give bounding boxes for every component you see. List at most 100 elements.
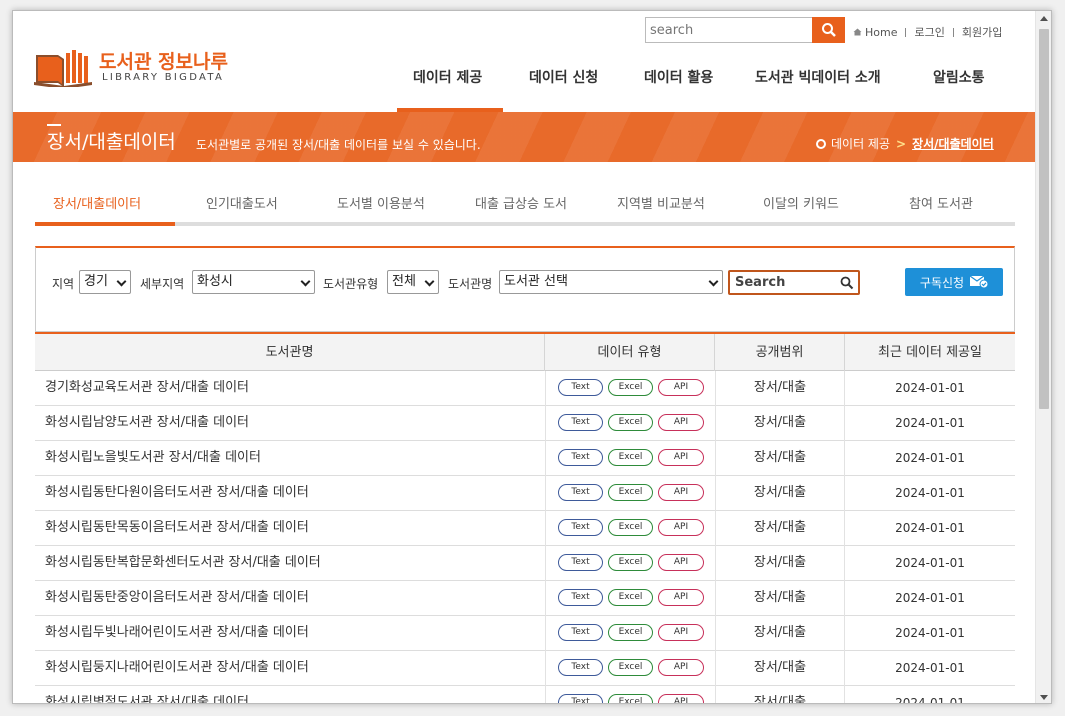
browser-window: Home 로그인 회원가입 도서관 정보나루 LIBRARY BIGDATA 데… (12, 10, 1052, 704)
api-button[interactable]: API (658, 589, 704, 606)
table-row: 화성시립두빛나래어린이도서관 장서/대출 데이터 Text Excel API 장서/대… (35, 616, 1015, 651)
text-download-button[interactable]: Text (558, 554, 603, 571)
tab-loan-data[interactable]: 장서/대출데이터 (53, 193, 141, 212)
scope-cell: 장서/대출 (715, 686, 845, 703)
table-header: 도서관명 데이터 유형 공개범위 최근 데이터 제공일 (35, 332, 1015, 371)
home-icon (853, 28, 862, 36)
scope-cell: 장서/대출 (715, 511, 845, 546)
nav-data-provision[interactable]: 데이터 제공 (413, 67, 482, 87)
api-button[interactable]: API (658, 554, 704, 571)
chevron-down-icon (708, 276, 719, 287)
excel-download-button[interactable]: Excel (608, 414, 653, 431)
scrollbar[interactable] (1035, 11, 1051, 703)
text-download-button[interactable]: Text (558, 659, 603, 676)
date-cell: 2024-01-01 (895, 521, 965, 535)
library-name-link[interactable]: 화성시립노을빛도서관 장서/대출 데이터 (45, 441, 261, 475)
text-download-button[interactable]: Text (558, 414, 603, 431)
table-row: 화성시립동탄중앙이음터도서관 장서/대출 데이터 Text Excel API 장서/대… (35, 581, 1015, 616)
excel-download-button[interactable]: Excel (608, 694, 653, 703)
column-header-library: 도서관명 (35, 334, 545, 371)
text-download-button[interactable]: Text (558, 694, 603, 703)
table-row: 화성시립병점도서관 장서/대출 데이터 Text Excel API 장서/대출 2024… (35, 686, 1015, 703)
excel-download-button[interactable]: Excel (608, 589, 653, 606)
text-download-button[interactable]: Text (558, 449, 603, 466)
excel-download-button[interactable]: Excel (608, 379, 653, 396)
library-name-link[interactable]: 화성시립남양도서관 장서/대출 데이터 (45, 406, 249, 440)
library-name-link[interactable]: 화성시립병점도서관 장서/대출 데이터 (45, 686, 249, 703)
text-download-button[interactable]: Text (558, 624, 603, 641)
library-name-link[interactable]: 화성시립둥지나래어린이도서관 장서/대출 데이터 (45, 651, 309, 685)
region-label: 지역 (52, 277, 75, 291)
text-download-button[interactable]: Text (558, 379, 603, 396)
date-cell: 2024-01-01 (895, 451, 965, 465)
data-type-cell: Text Excel API (545, 686, 715, 703)
scope-cell: 장서/대출 (715, 441, 845, 476)
library-name-link[interactable]: 화성시립동탄복합문화센터도서관 장서/대출 데이터 (45, 546, 321, 580)
data-type-cell: Text Excel API (545, 476, 715, 511)
tab-book-analysis[interactable]: 도서별 이용분석 (337, 193, 425, 212)
home-link[interactable]: Home (865, 26, 897, 39)
data-type-cell: Text Excel API (545, 371, 715, 406)
site-logo[interactable]: 도서관 정보나루 LIBRARY BIGDATA (34, 47, 244, 91)
filter-search-input[interactable]: Search (728, 270, 860, 295)
library-name-link[interactable]: 화성시립동탄중앙이음터도서관 장서/대출 데이터 (45, 581, 309, 615)
api-button[interactable]: API (658, 659, 704, 676)
api-button[interactable]: API (658, 519, 704, 536)
excel-download-button[interactable]: Excel (608, 659, 653, 676)
scroll-down-icon[interactable] (1040, 695, 1048, 700)
data-type-cell: Text Excel API (545, 616, 715, 651)
breadcrumb-current[interactable]: 장서/대출데이터 (912, 135, 994, 152)
scope-cell: 장서/대출 (715, 581, 845, 616)
text-download-button[interactable]: Text (558, 589, 603, 606)
library-name-select[interactable]: 도서관 선택 (499, 270, 723, 294)
column-header-scope: 공개범위 (715, 334, 845, 371)
excel-download-button[interactable]: Excel (608, 449, 653, 466)
divider (952, 27, 954, 37)
tab-popular-books[interactable]: 인기대출도서 (206, 193, 278, 212)
top-search-button[interactable] (812, 17, 845, 43)
tab-region-compare[interactable]: 지역별 비교분석 (617, 193, 705, 212)
library-name-link[interactable]: 화성시립두빛나래어린이도서관 장서/대출 데이터 (45, 616, 309, 650)
library-name-link[interactable]: 화성시립동탄다원이음터도서관 장서/대출 데이터 (45, 476, 309, 510)
api-button[interactable]: API (658, 624, 704, 641)
api-button[interactable]: API (658, 484, 704, 501)
excel-download-button[interactable]: Excel (608, 624, 653, 641)
region-select[interactable]: 경기 (79, 270, 131, 294)
nav-notice[interactable]: 알림소통 (933, 67, 985, 87)
search-icon[interactable] (840, 276, 854, 290)
table-row: 경기화성교육도서관 장서/대출 데이터 Text Excel API 장서/대출 2024… (35, 371, 1015, 406)
nav-bigdata-intro[interactable]: 도서관 빅데이터 소개 (755, 67, 881, 87)
top-search-input[interactable] (646, 18, 812, 42)
text-download-button[interactable]: Text (558, 484, 603, 501)
api-button[interactable]: API (658, 449, 704, 466)
library-name-link[interactable]: 화성시립동탄목동이음터도서관 장서/대출 데이터 (45, 511, 309, 545)
tab-rising-books[interactable]: 대출 급상승 도서 (475, 193, 567, 212)
api-button[interactable]: API (658, 379, 704, 396)
join-link[interactable]: 회원가입 (962, 24, 1002, 40)
excel-download-button[interactable]: Excel (608, 554, 653, 571)
library-type-select[interactable]: 전체 (387, 270, 439, 294)
data-type-cell: Text Excel API (545, 651, 715, 686)
scope-cell: 장서/대출 (715, 546, 845, 581)
subscribe-button[interactable]: 구독신청 (905, 268, 1003, 296)
nav-data-usage[interactable]: 데이터 활용 (644, 67, 713, 87)
text-download-button[interactable]: Text (558, 519, 603, 536)
subregion-label: 세부지역 (140, 277, 185, 291)
scroll-up-icon[interactable] (1040, 16, 1048, 21)
logo-title: 도서관 정보나루 (99, 51, 228, 73)
scrollbar-thumb[interactable] (1039, 29, 1049, 409)
login-link[interactable]: 로그인 (914, 24, 944, 40)
api-button[interactable]: API (658, 414, 704, 431)
tab-participating-libraries[interactable]: 참여 도서관 (909, 193, 973, 212)
api-button[interactable]: API (658, 694, 704, 703)
page-banner: 장서/대출데이터 도서관별로 공개된 장서/대출 데이터를 보실 수 있습니다.… (13, 112, 1037, 162)
library-name-link[interactable]: 경기화성교육도서관 장서/대출 데이터 (45, 371, 249, 405)
nav-data-request[interactable]: 데이터 신청 (529, 67, 598, 87)
tab-monthly-keyword[interactable]: 이달의 키워드 (763, 193, 839, 212)
breadcrumb-item[interactable]: 데이터 제공 (831, 135, 890, 152)
search-icon (821, 23, 836, 37)
excel-download-button[interactable]: Excel (608, 519, 653, 536)
data-type-cell: Text Excel API (545, 511, 715, 546)
subregion-select[interactable]: 화성시 (192, 270, 315, 294)
excel-download-button[interactable]: Excel (608, 484, 653, 501)
